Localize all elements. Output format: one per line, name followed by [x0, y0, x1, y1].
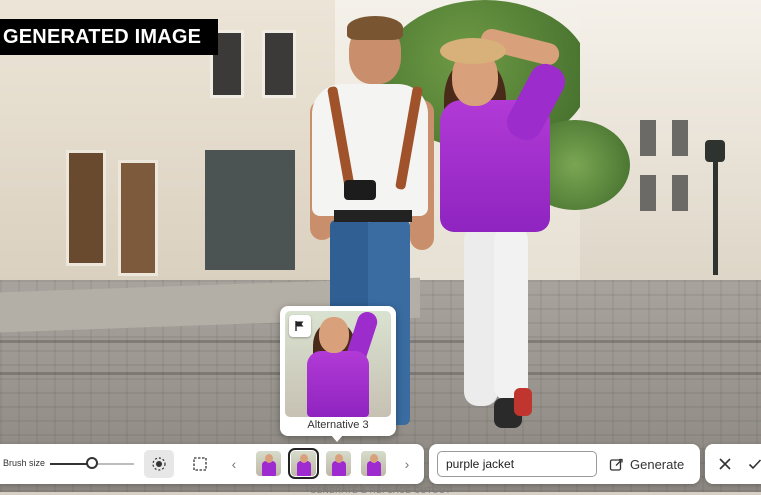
slider-handle[interactable] — [86, 457, 98, 469]
flag-icon — [295, 321, 304, 331]
panel-caption: GENERATE & REPLACE CUTOUT — [310, 486, 451, 495]
preview-caption: Alternative 3 — [307, 419, 369, 431]
door — [118, 160, 158, 276]
variation-thumb-1[interactable] — [256, 451, 281, 476]
window — [640, 120, 656, 156]
prompt-panel: Generate — [429, 444, 700, 484]
generative-fill-toolbar: Brush size ‹ › Gen — [0, 444, 761, 484]
apply-button[interactable] — [745, 452, 761, 476]
selection-tool-button[interactable] — [186, 450, 214, 478]
variation-thumb-4[interactable] — [361, 451, 386, 476]
street-lamp — [713, 145, 718, 275]
chevron-left-icon[interactable]: ‹ — [227, 454, 241, 474]
brush-size-label: Brush size — [3, 458, 46, 468]
check-icon — [748, 459, 761, 470]
brush-icon — [152, 457, 166, 471]
generated-image-badge: GENERATED IMAGE — [0, 19, 218, 55]
door — [66, 150, 106, 266]
generate-label: Generate — [630, 456, 685, 472]
preview-pointer — [331, 435, 343, 442]
selection-icon — [193, 457, 207, 471]
shopfront — [205, 150, 295, 270]
generate-icon — [609, 458, 623, 471]
brush-tool-button[interactable] — [144, 450, 174, 478]
camera — [344, 180, 376, 200]
toolbar-tools-panel: Brush size ‹ › — [0, 444, 424, 484]
variation-thumb-2[interactable] — [288, 448, 319, 479]
straw-hat — [440, 38, 506, 64]
window — [640, 175, 656, 211]
alternative-preview-card[interactable]: Alternative 3 — [280, 306, 396, 436]
variation-thumb-3[interactable] — [326, 451, 351, 476]
confirm-panel — [705, 444, 761, 484]
chevron-right-icon[interactable]: › — [400, 454, 414, 474]
brush-size-slider[interactable] — [50, 457, 134, 469]
prompt-input[interactable] — [437, 451, 597, 477]
street-lamp-head — [705, 140, 725, 162]
window — [672, 175, 688, 211]
close-icon — [719, 458, 731, 470]
generate-button[interactable]: Generate — [609, 450, 695, 478]
flag-button[interactable] — [289, 315, 311, 337]
window — [262, 30, 296, 98]
cancel-button[interactable] — [713, 452, 737, 476]
window — [672, 120, 688, 156]
